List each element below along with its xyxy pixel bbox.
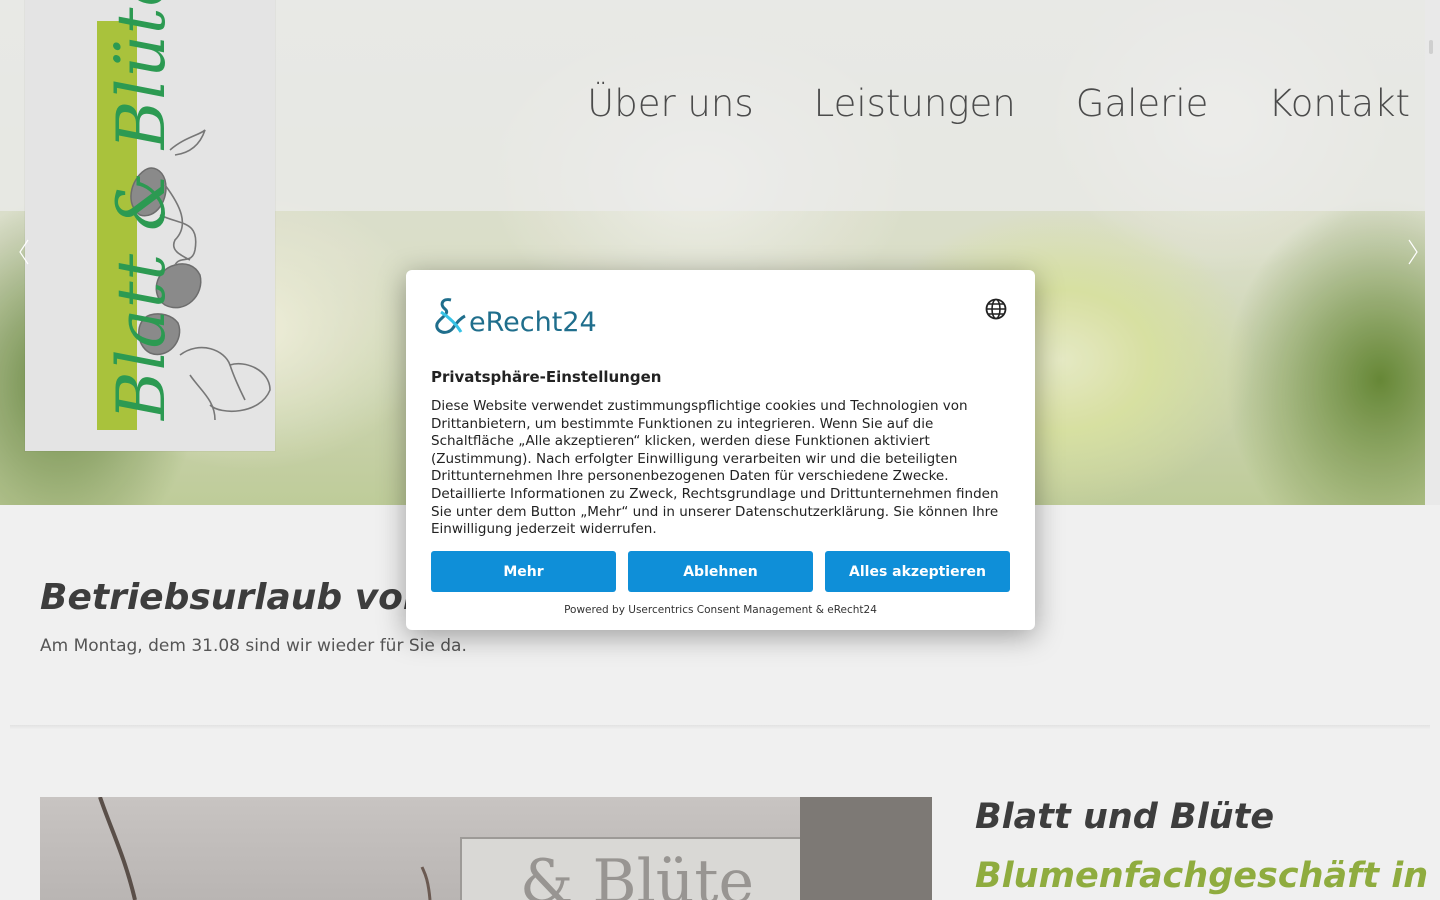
consent-body: Diese Website verwendet zustimmungspflic… xyxy=(431,398,999,538)
erecht24-logo: eRecht24 xyxy=(431,296,597,336)
consent-title: Privatsphäre-Einstellungen xyxy=(431,368,662,386)
erecht24-symbol-icon xyxy=(435,298,466,334)
consent-footer: Powered by Usercentrics Consent Manageme… xyxy=(564,604,877,616)
more-button[interactable]: Mehr xyxy=(431,551,616,592)
erecht24-wordmark: eRecht24 xyxy=(469,307,597,338)
consent-buttons: Mehr Ablehnen Alles akzeptieren xyxy=(431,551,1010,592)
globe-icon[interactable] xyxy=(985,298,1007,320)
accept-all-button[interactable]: Alles akzeptieren xyxy=(825,551,1010,592)
consent-dialog: eRecht24 Privatsphäre-Einstellungen Dies… xyxy=(406,270,1035,630)
decline-button[interactable]: Ablehnen xyxy=(628,551,813,592)
